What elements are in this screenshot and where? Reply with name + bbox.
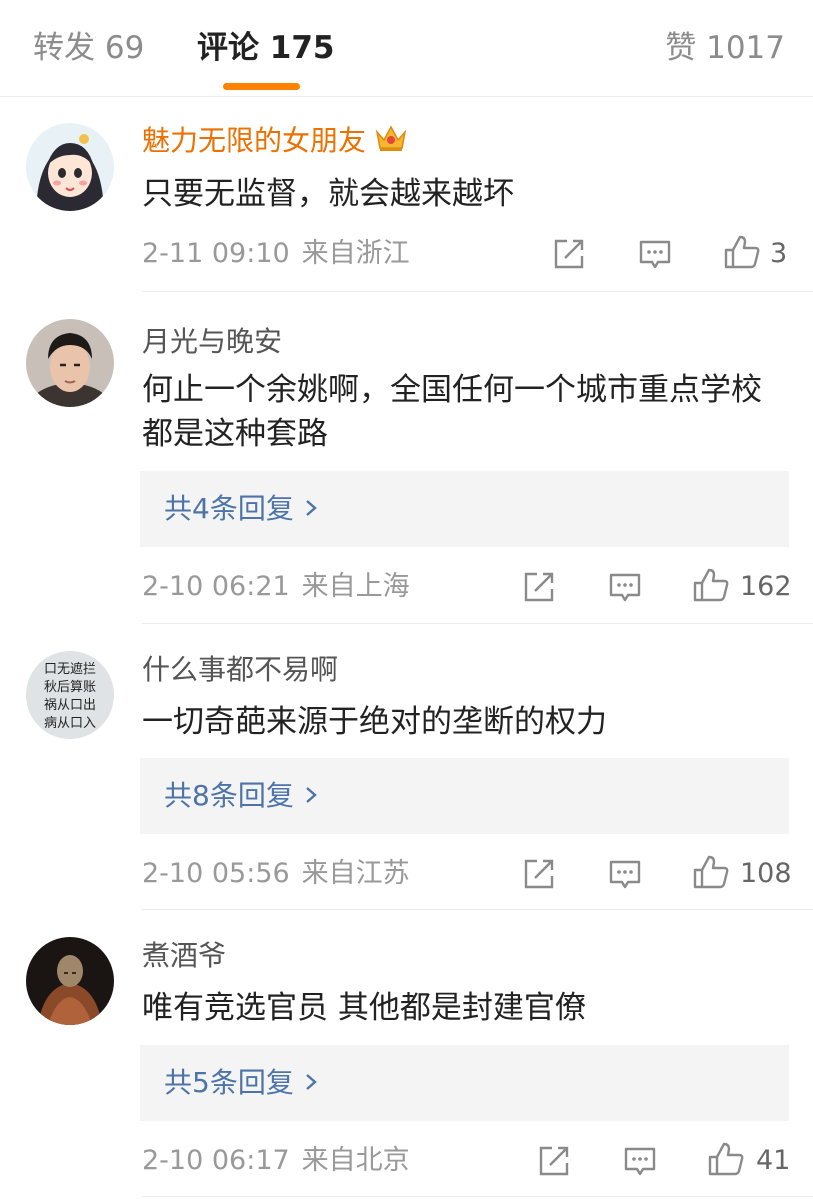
reply-expander[interactable]: 共4条回复: [140, 471, 789, 547]
like-count: 3: [770, 238, 788, 269]
like-icon[interactable]: [723, 233, 761, 275]
reply-link[interactable]: 共5条回复: [164, 1064, 318, 1102]
reply-expander[interactable]: 共8条回复: [140, 758, 789, 834]
avatar-text-1: 口无遮拦: [44, 661, 96, 677]
username[interactable]: 月光与晚安: [142, 323, 282, 361]
username[interactable]: 魅力无限的女朋友: [142, 122, 408, 163]
comment-text: 只要无监督，就会越来越坏: [142, 176, 514, 212]
avatar-text-3: 祸从口出: [44, 698, 96, 713]
avatar[interactable]: [26, 319, 114, 407]
comment-meta: 2-10 05:56 来自江苏: [142, 856, 410, 892]
reply-link[interactable]: 共8条回复: [164, 777, 318, 815]
share-icon[interactable]: [522, 857, 556, 895]
divider: [142, 1196, 813, 1197]
like-count: 108: [740, 858, 792, 889]
reply-link[interactable]: 共4条回复: [164, 490, 318, 528]
username-text[interactable]: 魅力无限的女朋友: [142, 124, 366, 157]
comment-icon[interactable]: [638, 237, 672, 275]
comment-text: 一切奇葩来源于绝对的垄断的权力: [142, 704, 607, 740]
comment-item: 煮酒爷 唯有竞选官员 其他都是封建官僚 共5条回复 2-10 06:17 来自北京…: [0, 910, 813, 1200]
chevron-right-icon: [304, 1064, 318, 1102]
share-icon[interactable]: [537, 1144, 571, 1182]
username[interactable]: 什么事都不易啊: [142, 651, 338, 689]
like-icon[interactable]: [692, 566, 730, 608]
avatar[interactable]: [26, 123, 114, 211]
comment-time: 2-11 09:10: [142, 238, 290, 269]
comment-text: 何止一个余姚啊，全国任何一个城市重点学校都是这种套路: [142, 372, 762, 452]
like-count: 41: [756, 1145, 791, 1176]
comment-location: 来自上海: [301, 571, 410, 602]
comment-icon[interactable]: [623, 1144, 657, 1182]
comment-time: 2-10 06:17: [142, 1145, 290, 1176]
tab-comment[interactable]: 评论 175: [197, 26, 335, 70]
avatar-text-4: 病从口入: [44, 716, 96, 731]
comment-meta: 2-11 09:10 来自浙江: [142, 236, 410, 272]
comment-time: 2-10 06:21: [142, 571, 290, 602]
like-icon[interactable]: [707, 1140, 745, 1182]
avatar-text-2: 秋后算账: [44, 680, 96, 695]
crown-icon: [374, 123, 408, 163]
comment-item: 月光与晚安 何止一个余姚啊，全国任何一个城市重点学校都是这种套路 共4条回复 2…: [0, 292, 813, 624]
comment-meta: 2-10 06:17 来自北京: [142, 1143, 410, 1179]
comment-item: 口无遮拦 秋后算账 祸从口出 病从口入 什么事都不易啊 一切奇葩来源于绝对的垄断…: [0, 624, 813, 910]
username[interactable]: 煮酒爷: [142, 937, 226, 975]
share-icon[interactable]: [522, 570, 556, 608]
reply-count: 共4条回复: [164, 492, 294, 525]
comment-location: 来自江苏: [301, 858, 410, 889]
chevron-right-icon: [304, 777, 318, 815]
comment-item: 魅力无限的女朋友 只要无监督，就会越来越坏 2-11 09:10 来自浙江 3: [0, 98, 813, 292]
comment-meta: 2-10 06:21 来自上海: [142, 569, 410, 605]
avatar[interactable]: 口无遮拦 秋后算账 祸从口出 病从口入: [26, 651, 114, 739]
reply-count: 共8条回复: [164, 779, 294, 812]
comment-location: 来自浙江: [301, 238, 410, 269]
active-tab-indicator: [223, 83, 300, 90]
share-icon[interactable]: [552, 237, 586, 275]
like-count: 162: [740, 571, 792, 602]
comment-location: 来自北京: [301, 1145, 410, 1176]
chevron-right-icon: [304, 490, 318, 528]
comment-icon[interactable]: [608, 857, 642, 895]
comment-time: 2-10 05:56: [142, 858, 290, 889]
avatar[interactable]: [26, 937, 114, 1025]
reply-expander[interactable]: 共5条回复: [140, 1045, 789, 1121]
comment-tab-bar: 转发 69 评论 175 赞 1017: [0, 0, 813, 97]
comment-text: 唯有竞选官员 其他都是封建官僚: [142, 990, 586, 1026]
like-icon[interactable]: [692, 853, 730, 895]
tab-like[interactable]: 赞 1017: [665, 26, 785, 70]
tab-repost[interactable]: 转发 69: [33, 26, 144, 70]
comment-icon[interactable]: [608, 570, 642, 608]
reply-count: 共5条回复: [164, 1066, 294, 1099]
